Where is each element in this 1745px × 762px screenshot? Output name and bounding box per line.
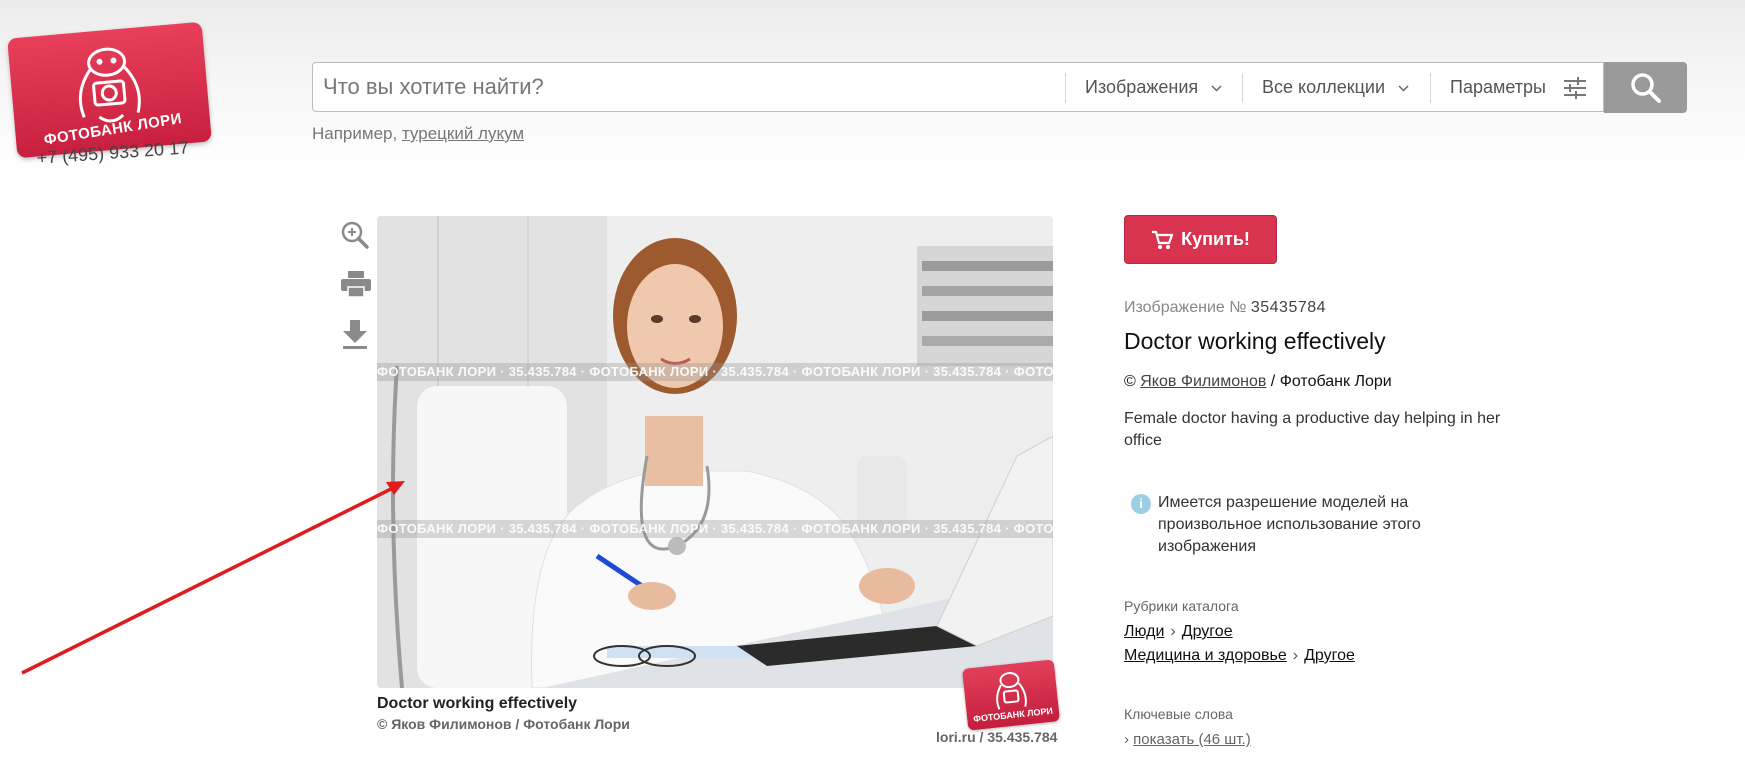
cart-icon bbox=[1152, 230, 1174, 249]
info-icon: i bbox=[1131, 494, 1151, 514]
image-credit: © Яков Филимонов / Фотобанк Лори bbox=[1124, 373, 1392, 391]
type-dropdown-label: Изображения bbox=[1085, 77, 1199, 97]
model-release-text: Имеется разрешение моделей на произвольн… bbox=[1158, 494, 1421, 555]
search-input[interactable] bbox=[323, 63, 1063, 111]
image-number-label: Изображение № bbox=[1124, 299, 1247, 316]
params-button[interactable]: Параметры bbox=[1450, 63, 1587, 111]
buy-button[interactable]: Купить! bbox=[1124, 215, 1277, 264]
image-number-value: 35435784 bbox=[1250, 299, 1327, 316]
printer-icon bbox=[341, 271, 371, 298]
download-button[interactable] bbox=[340, 318, 370, 355]
type-dropdown[interactable]: Изображения bbox=[1085, 63, 1222, 111]
search-example: Например, турецкий лукум bbox=[312, 124, 524, 144]
credit-separator: / bbox=[1270, 373, 1276, 390]
chevron-right-icon: › bbox=[1170, 623, 1176, 640]
search-separator bbox=[1065, 73, 1066, 103]
search-separator bbox=[1430, 73, 1431, 103]
sliders-icon bbox=[1563, 77, 1586, 100]
agency-name: Фотобанк Лори bbox=[1279, 373, 1392, 390]
keywords-label: Ключевые слова bbox=[1124, 706, 1233, 722]
category-path: Люди › Другое bbox=[1124, 623, 1233, 641]
example-link[interactable]: турецкий лукум bbox=[402, 124, 524, 143]
chevron-right-icon: › bbox=[1292, 647, 1299, 664]
image-number: Изображение № 35435784 bbox=[1124, 299, 1326, 317]
category-link[interactable]: Другое bbox=[1182, 623, 1233, 640]
watermark-strip: ФОТОБАНК ЛОРИ · 35.435.784 · ФОТОБАНК ЛО… bbox=[377, 363, 1053, 381]
chevron-down-icon bbox=[1398, 85, 1409, 92]
caption-title: Doctor working effectively bbox=[377, 695, 578, 712]
image-title: Doctor working effectively bbox=[1124, 328, 1386, 354]
preview-image[interactable]: ФОТОБАНК ЛОРИ · 35.435.784 · ФОТОБАНК ЛО… bbox=[377, 216, 1053, 688]
collection-dropdown-label: Все коллекции bbox=[1262, 77, 1386, 97]
doctor-photo bbox=[377, 216, 1053, 688]
category-link[interactable]: Медицина и здоровье bbox=[1124, 647, 1287, 664]
buy-button-label: Купить! bbox=[1181, 229, 1250, 249]
category-path: Медицина и здоровье › Другое bbox=[1124, 647, 1355, 665]
categories-label: Рубрики каталога bbox=[1124, 598, 1239, 614]
print-button[interactable] bbox=[340, 270, 372, 303]
caption-author: © Яков Филимонов / Фотобанк Лори bbox=[377, 716, 630, 732]
watermark-strip: ФОТОБАНК ЛОРИ · 35.435.784 · ФОТОБАНК ЛО… bbox=[377, 520, 1053, 538]
image-description: Female doctor having a productive day he… bbox=[1124, 410, 1501, 449]
zoom-in-icon bbox=[341, 221, 369, 249]
caption-reference: lori.ru / 35.435.784 bbox=[936, 729, 1058, 745]
search-separator bbox=[1242, 73, 1243, 103]
search-button[interactable] bbox=[1604, 62, 1687, 113]
category-link[interactable]: Другое bbox=[1304, 647, 1355, 664]
example-prefix: Например, bbox=[312, 124, 398, 143]
watermark-stamp: ФОТОБАНК ЛОРИ bbox=[962, 659, 1060, 731]
copyright-sign: © bbox=[1124, 373, 1136, 390]
chevron-down-icon bbox=[1211, 85, 1222, 92]
model-release-note: i Имеется разрешение моделей на произвол… bbox=[1131, 492, 1471, 558]
collection-dropdown[interactable]: Все коллекции bbox=[1262, 63, 1409, 111]
keywords-toggle[interactable]: › показать (46 шт.) bbox=[1124, 731, 1251, 748]
chevron-right-icon: › bbox=[1124, 731, 1129, 748]
keywords-show-link[interactable]: показать (46 шт.) bbox=[1133, 731, 1251, 748]
download-icon bbox=[343, 320, 367, 349]
category-link[interactable]: Люди bbox=[1124, 623, 1164, 640]
search-icon bbox=[1631, 73, 1661, 103]
params-label: Параметры bbox=[1450, 77, 1546, 97]
author-link[interactable]: Яков Филимонов bbox=[1140, 373, 1266, 390]
zoom-button[interactable] bbox=[340, 220, 370, 255]
search-bar: Изображения Все коллекции Параметры bbox=[312, 62, 1604, 112]
